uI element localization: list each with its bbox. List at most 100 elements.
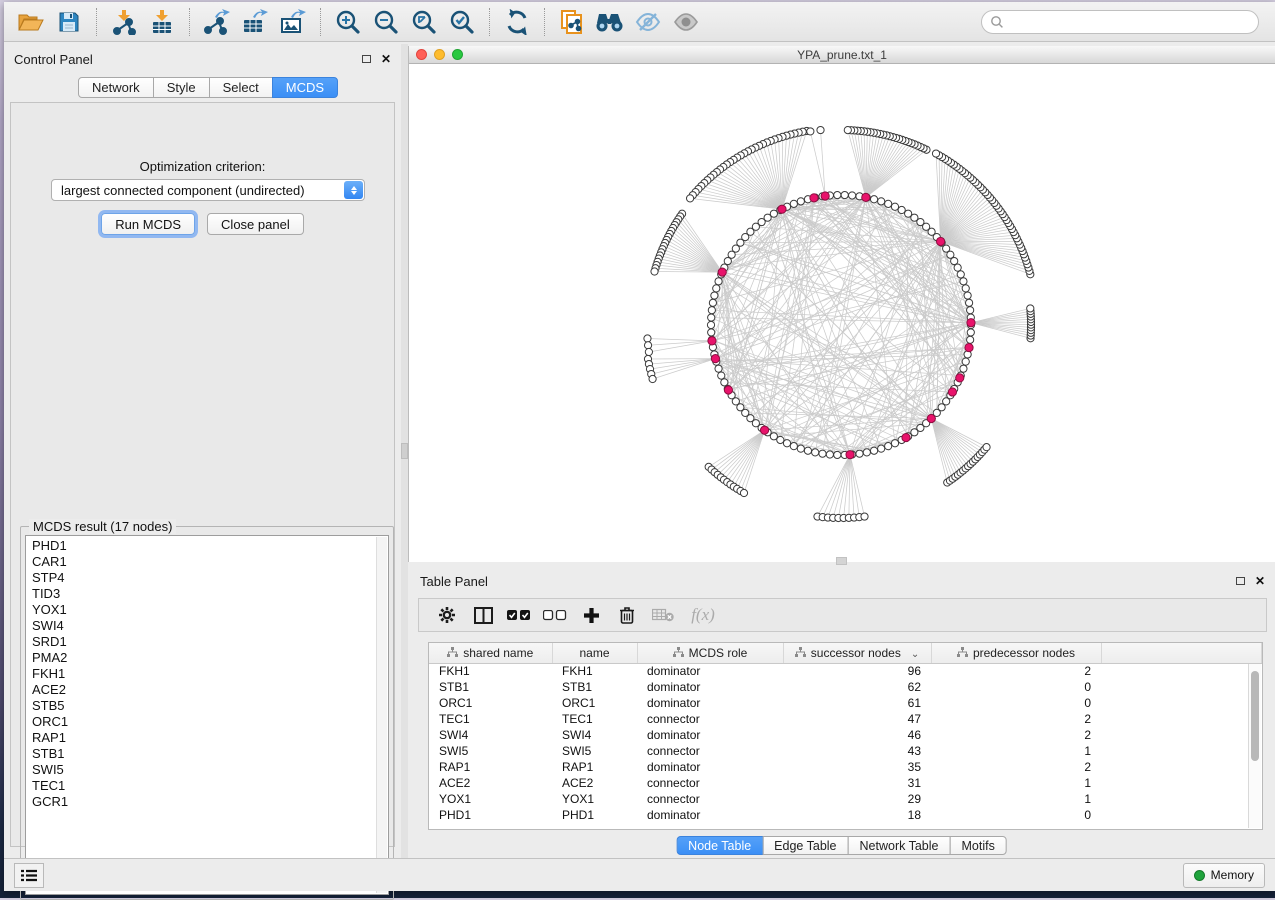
cell-MCDS-role[interactable]: dominator bbox=[637, 695, 783, 711]
mcds-result-item[interactable]: SWI5 bbox=[26, 762, 388, 778]
tab-network[interactable]: Network bbox=[78, 77, 154, 98]
cell-predecessor-nodes[interactable]: 2 bbox=[931, 711, 1101, 727]
cell-predecessor-nodes[interactable]: 0 bbox=[931, 695, 1101, 711]
import-table-button[interactable] bbox=[143, 6, 181, 38]
tab-network-table[interactable]: Network Table bbox=[848, 836, 951, 855]
vertical-splitter[interactable] bbox=[401, 44, 408, 858]
cell-successor-nodes[interactable]: 62 bbox=[783, 679, 931, 695]
close-panel-button[interactable]: Close panel bbox=[207, 213, 304, 235]
memory-button[interactable]: Memory bbox=[1183, 863, 1265, 888]
cell-MCDS-role[interactable]: connector bbox=[637, 743, 783, 759]
cell-name[interactable]: PHD1 bbox=[552, 807, 637, 823]
export-image-button[interactable] bbox=[274, 6, 312, 38]
cell-name[interactable]: SWI5 bbox=[552, 743, 637, 759]
cell-predecessor-nodes[interactable]: 1 bbox=[931, 791, 1101, 807]
delete-table-button[interactable] bbox=[645, 601, 681, 629]
cell-predecessor-nodes[interactable]: 1 bbox=[931, 743, 1101, 759]
mcds-result-item[interactable]: ACE2 bbox=[26, 682, 388, 698]
cell-MCDS-role[interactable]: dominator bbox=[637, 807, 783, 823]
table-scrollbar[interactable] bbox=[1248, 664, 1261, 828]
cell-successor-nodes[interactable]: 29 bbox=[783, 791, 931, 807]
column-header-name[interactable]: name bbox=[552, 643, 637, 663]
mcds-result-item[interactable]: SWI4 bbox=[26, 618, 388, 634]
cell-MCDS-role[interactable]: dominator bbox=[637, 663, 783, 679]
cell-name[interactable]: FKH1 bbox=[552, 663, 637, 679]
delete-column-button[interactable] bbox=[609, 601, 645, 629]
show-all-button[interactable] bbox=[667, 6, 705, 38]
mcds-result-item[interactable]: TID3 bbox=[26, 586, 388, 602]
export-table-button[interactable] bbox=[236, 6, 274, 38]
table-row[interactable]: ACE2ACE2connector311 bbox=[429, 775, 1262, 791]
task-history-button[interactable] bbox=[14, 863, 44, 888]
float-panel-icon[interactable] bbox=[362, 55, 371, 63]
tab-style[interactable]: Style bbox=[153, 77, 210, 98]
table-mode-button[interactable] bbox=[429, 601, 465, 629]
zoom-in-button[interactable] bbox=[329, 6, 367, 38]
cell-successor-nodes[interactable]: 18 bbox=[783, 807, 931, 823]
cell-shared-name[interactable]: FKH1 bbox=[429, 663, 552, 679]
table-row[interactable]: FKH1FKH1dominator962 bbox=[429, 663, 1262, 679]
mcds-result-item[interactable]: PMA2 bbox=[26, 650, 388, 666]
export-network-button[interactable] bbox=[198, 6, 236, 38]
network-graph-canvas[interactable] bbox=[409, 64, 1275, 562]
first-neighbors-button[interactable] bbox=[591, 6, 629, 38]
deselect-all-button[interactable] bbox=[537, 601, 573, 629]
zoom-out-button[interactable] bbox=[367, 6, 405, 38]
cell-MCDS-role[interactable]: connector bbox=[637, 775, 783, 791]
cell-MCDS-role[interactable]: dominator bbox=[637, 759, 783, 775]
table-row[interactable]: ORC1ORC1dominator610 bbox=[429, 695, 1262, 711]
cell-successor-nodes[interactable]: 31 bbox=[783, 775, 931, 791]
cell-shared-name[interactable]: ACE2 bbox=[429, 775, 552, 791]
cell-successor-nodes[interactable]: 96 bbox=[783, 663, 931, 679]
run-mcds-button[interactable]: Run MCDS bbox=[101, 213, 195, 235]
cell-shared-name[interactable]: SWI4 bbox=[429, 727, 552, 743]
optimization-criterion-select[interactable]: largest connected component (undirected) bbox=[51, 179, 365, 201]
tab-mcds[interactable]: MCDS bbox=[272, 77, 338, 98]
vertical-splitter-handle[interactable] bbox=[401, 443, 408, 459]
open-file-button[interactable] bbox=[12, 6, 50, 38]
mcds-result-item[interactable]: STB1 bbox=[26, 746, 388, 762]
mcds-result-item[interactable]: STP4 bbox=[26, 570, 388, 586]
close-panel-icon[interactable]: ✕ bbox=[381, 53, 391, 65]
cell-MCDS-role[interactable]: connector bbox=[637, 791, 783, 807]
zoom-fit-button[interactable] bbox=[405, 6, 443, 38]
cell-shared-name[interactable]: ORC1 bbox=[429, 695, 552, 711]
cell-name[interactable]: RAP1 bbox=[552, 759, 637, 775]
mcds-result-item[interactable]: TEC1 bbox=[26, 778, 388, 794]
cell-successor-nodes[interactable]: 35 bbox=[783, 759, 931, 775]
table-scrollbar-thumb[interactable] bbox=[1251, 671, 1259, 761]
table-row[interactable]: RAP1RAP1dominator352 bbox=[429, 759, 1262, 775]
mcds-result-item[interactable]: STB5 bbox=[26, 698, 388, 714]
table-row[interactable]: TEC1TEC1connector472 bbox=[429, 711, 1262, 727]
function-builder-button[interactable]: f(x) bbox=[681, 601, 725, 629]
cell-successor-nodes[interactable]: 46 bbox=[783, 727, 931, 743]
mcds-result-item[interactable]: CAR1 bbox=[26, 554, 388, 570]
mcds-result-item[interactable]: GCR1 bbox=[26, 794, 388, 810]
mcds-result-item[interactable]: FKH1 bbox=[26, 666, 388, 682]
mcds-result-item[interactable]: YOX1 bbox=[26, 602, 388, 618]
cell-name[interactable]: STB1 bbox=[552, 679, 637, 695]
new-network-from-selection-button[interactable] bbox=[553, 6, 591, 38]
mcds-result-item[interactable]: ORC1 bbox=[26, 714, 388, 730]
cell-predecessor-nodes[interactable]: 1 bbox=[931, 775, 1101, 791]
cell-shared-name[interactable]: PHD1 bbox=[429, 807, 552, 823]
close-table-panel-icon[interactable]: ✕ bbox=[1255, 575, 1265, 587]
column-header-predecessor-nodes[interactable]: predecessor nodes bbox=[931, 643, 1101, 663]
cell-name[interactable]: SWI4 bbox=[552, 727, 637, 743]
float-table-panel-icon[interactable] bbox=[1236, 577, 1245, 585]
table-row[interactable]: YOX1YOX1connector291 bbox=[429, 791, 1262, 807]
cell-predecessor-nodes[interactable]: 0 bbox=[931, 679, 1101, 695]
tab-edge-table[interactable]: Edge Table bbox=[762, 836, 848, 855]
cell-MCDS-role[interactable]: connector bbox=[637, 711, 783, 727]
cell-name[interactable]: TEC1 bbox=[552, 711, 637, 727]
mcds-result-list[interactable]: PHD1CAR1STP4TID3YOX1SWI4SRD1PMA2FKH1ACE2… bbox=[25, 535, 389, 895]
cell-shared-name[interactable]: TEC1 bbox=[429, 711, 552, 727]
network-window-titlebar[interactable]: YPA_prune.txt_1 bbox=[409, 46, 1275, 64]
tab-node-table[interactable]: Node Table bbox=[676, 836, 763, 855]
mcds-list-scrollbar[interactable] bbox=[376, 537, 387, 893]
hide-selected-button[interactable] bbox=[629, 6, 667, 38]
cell-predecessor-nodes[interactable]: 2 bbox=[931, 759, 1101, 775]
cell-predecessor-nodes[interactable]: 0 bbox=[931, 807, 1101, 823]
mcds-result-item[interactable]: SRD1 bbox=[26, 634, 388, 650]
zoom-selected-button[interactable] bbox=[443, 6, 481, 38]
